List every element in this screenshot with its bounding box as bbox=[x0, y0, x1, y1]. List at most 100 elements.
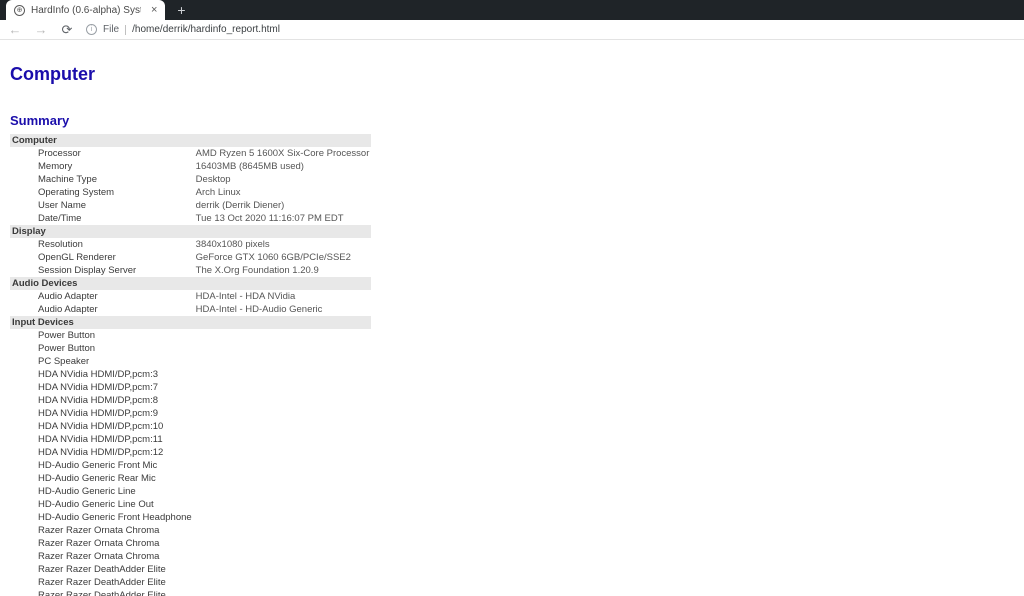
row-value: derrik (Derrik Diener) bbox=[194, 199, 372, 212]
table-row: HD-Audio Generic Line Out bbox=[10, 498, 371, 511]
row-value bbox=[194, 472, 372, 485]
url-separator bbox=[125, 25, 126, 35]
row-key: User Name bbox=[10, 199, 194, 212]
url-path: /home/derrik/hardinfo_report.html bbox=[132, 24, 280, 35]
row-key: Session Display Server bbox=[10, 264, 194, 277]
url-scheme: File bbox=[103, 24, 119, 35]
row-key: Audio Adapter bbox=[10, 290, 194, 303]
row-key: HDA NVidia HDMI/DP,pcm:10 bbox=[10, 420, 194, 433]
table-row: Date/TimeTue 13 Oct 2020 11:16:07 PM EDT bbox=[10, 212, 371, 225]
row-key: Processor bbox=[10, 147, 194, 160]
table-row: OpenGL RendererGeForce GTX 1060 6GB/PCIe… bbox=[10, 251, 371, 264]
forward-button[interactable]: → bbox=[34, 23, 48, 36]
table-row: HDA NVidia HDMI/DP,pcm:10 bbox=[10, 420, 371, 433]
table-row: HDA NVidia HDMI/DP,pcm:11 bbox=[10, 433, 371, 446]
table-row: Memory16403MB (8645MB used) bbox=[10, 160, 371, 173]
row-value bbox=[194, 498, 372, 511]
table-row: Operating SystemArch Linux bbox=[10, 186, 371, 199]
row-value bbox=[194, 563, 372, 576]
row-key: Machine Type bbox=[10, 173, 194, 186]
globe-icon: ⊕ bbox=[14, 5, 25, 16]
row-value bbox=[194, 394, 372, 407]
row-value bbox=[194, 329, 372, 342]
group-header: Display bbox=[10, 225, 371, 238]
row-value bbox=[194, 459, 372, 472]
url-field[interactable]: i File /home/derrik/hardinfo_report.html bbox=[86, 24, 1016, 35]
row-value bbox=[194, 433, 372, 446]
row-value bbox=[194, 511, 372, 524]
row-key: HDA NVidia HDMI/DP,pcm:9 bbox=[10, 407, 194, 420]
row-key: Razer Razer Ornata Chroma bbox=[10, 537, 194, 550]
row-key: HDA NVidia HDMI/DP,pcm:3 bbox=[10, 368, 194, 381]
row-value: HDA-Intel - HD-Audio Generic bbox=[194, 303, 372, 316]
row-value bbox=[194, 355, 372, 368]
group-label: Display bbox=[10, 225, 371, 238]
group-label: Audio Devices bbox=[10, 277, 371, 290]
address-bar: ← → ⟳ i File /home/derrik/hardinfo_repor… bbox=[0, 20, 1024, 40]
row-value bbox=[194, 446, 372, 459]
row-value: 3840x1080 pixels bbox=[194, 238, 372, 251]
table-row: Power Button bbox=[10, 342, 371, 355]
row-key: HDA NVidia HDMI/DP,pcm:8 bbox=[10, 394, 194, 407]
table-row: HDA NVidia HDMI/DP,pcm:3 bbox=[10, 368, 371, 381]
row-value bbox=[194, 407, 372, 420]
table-row: Razer Razer DeathAdder Elite bbox=[10, 576, 371, 589]
table-row: HDA NVidia HDMI/DP,pcm:12 bbox=[10, 446, 371, 459]
table-row: Razer Razer DeathAdder Elite bbox=[10, 563, 371, 576]
table-row: Razer Razer Ornata Chroma bbox=[10, 550, 371, 563]
row-value bbox=[194, 576, 372, 589]
row-key: HDA NVidia HDMI/DP,pcm:7 bbox=[10, 381, 194, 394]
browser-tab[interactable]: ⊕ HardInfo (0.6-alpha) Syste × bbox=[6, 0, 165, 20]
table-row: Razer Razer Ornata Chroma bbox=[10, 537, 371, 550]
table-row: User Namederrik (Derrik Diener) bbox=[10, 199, 371, 212]
row-key: OpenGL Renderer bbox=[10, 251, 194, 264]
table-row: HDA NVidia HDMI/DP,pcm:9 bbox=[10, 407, 371, 420]
row-value bbox=[194, 368, 372, 381]
tab-strip: ⊕ HardInfo (0.6-alpha) Syste × + bbox=[0, 0, 1024, 20]
table-row: Machine TypeDesktop bbox=[10, 173, 371, 186]
row-key: HD-Audio Generic Front Mic bbox=[10, 459, 194, 472]
summary-table: ComputerProcessorAMD Ryzen 5 1600X Six-C… bbox=[10, 134, 371, 596]
row-value bbox=[194, 524, 372, 537]
row-key: Razer Razer DeathAdder Elite bbox=[10, 589, 194, 596]
table-row: Session Display ServerThe X.Org Foundati… bbox=[10, 264, 371, 277]
group-header: Audio Devices bbox=[10, 277, 371, 290]
table-row: Razer Razer DeathAdder Elite bbox=[10, 589, 371, 596]
row-key: HD-Audio Generic Front Headphone bbox=[10, 511, 194, 524]
row-key: HD-Audio Generic Line Out bbox=[10, 498, 194, 511]
table-row: Audio AdapterHDA-Intel - HDA NVidia bbox=[10, 290, 371, 303]
row-key: PC Speaker bbox=[10, 355, 194, 368]
close-icon[interactable]: × bbox=[151, 4, 157, 16]
row-key: HD-Audio Generic Rear Mic bbox=[10, 472, 194, 485]
table-row: ProcessorAMD Ryzen 5 1600X Six-Core Proc… bbox=[10, 147, 371, 160]
row-value: Tue 13 Oct 2020 11:16:07 PM EDT bbox=[194, 212, 372, 225]
table-row: Razer Razer Ornata Chroma bbox=[10, 524, 371, 537]
row-value bbox=[194, 342, 372, 355]
row-key: Razer Razer Ornata Chroma bbox=[10, 524, 194, 537]
table-row: HD-Audio Generic Front Mic bbox=[10, 459, 371, 472]
row-value: AMD Ryzen 5 1600X Six-Core Processor bbox=[194, 147, 372, 160]
reload-button[interactable]: ⟳ bbox=[60, 23, 74, 36]
row-value: 16403MB (8645MB used) bbox=[194, 160, 372, 173]
row-key: HDA NVidia HDMI/DP,pcm:11 bbox=[10, 433, 194, 446]
site-info-icon[interactable]: i bbox=[86, 24, 97, 35]
section-title: Summary bbox=[10, 113, 1014, 128]
row-value: The X.Org Foundation 1.20.9 bbox=[194, 264, 372, 277]
table-row: PC Speaker bbox=[10, 355, 371, 368]
row-key: Operating System bbox=[10, 186, 194, 199]
row-key: Memory bbox=[10, 160, 194, 173]
table-row: HDA NVidia HDMI/DP,pcm:8 bbox=[10, 394, 371, 407]
group-label: Computer bbox=[10, 134, 371, 147]
row-value: GeForce GTX 1060 6GB/PCIe/SSE2 bbox=[194, 251, 372, 264]
new-tab-button[interactable]: + bbox=[171, 0, 191, 20]
row-value bbox=[194, 420, 372, 433]
row-key: Power Button bbox=[10, 342, 194, 355]
row-value: Desktop bbox=[194, 173, 372, 186]
table-row: HD-Audio Generic Line bbox=[10, 485, 371, 498]
back-button[interactable]: ← bbox=[8, 23, 22, 36]
row-key: Power Button bbox=[10, 329, 194, 342]
browser-chrome: ⊕ HardInfo (0.6-alpha) Syste × + ← → ⟳ i… bbox=[0, 0, 1024, 40]
table-row: HD-Audio Generic Front Headphone bbox=[10, 511, 371, 524]
row-key: Razer Razer DeathAdder Elite bbox=[10, 563, 194, 576]
row-key: HD-Audio Generic Line bbox=[10, 485, 194, 498]
